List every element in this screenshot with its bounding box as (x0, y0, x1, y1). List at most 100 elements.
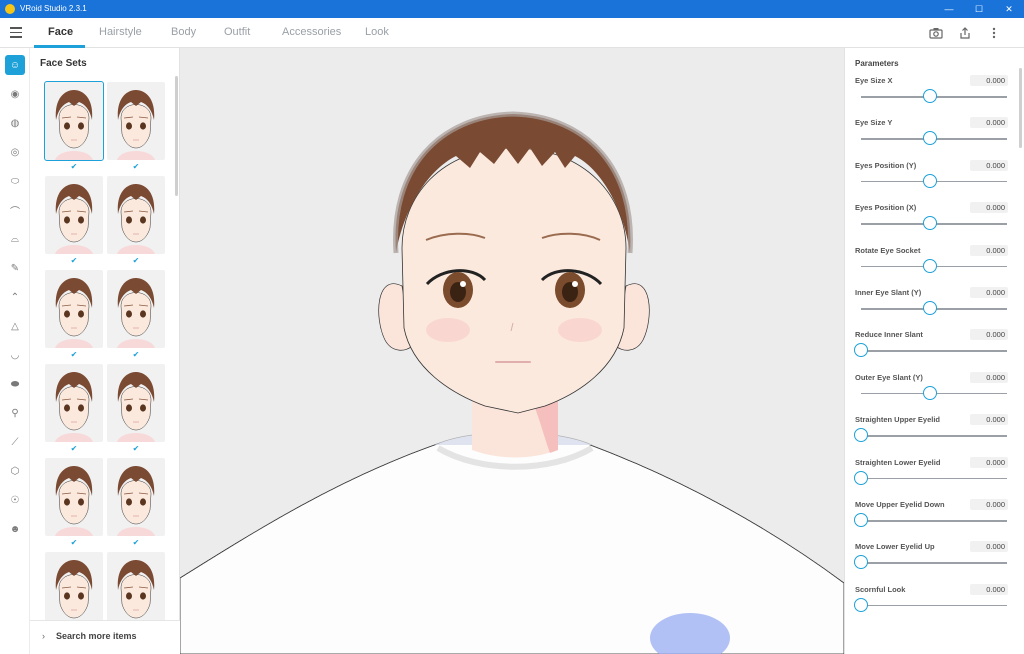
parameter-value-input[interactable]: 0.000 (970, 329, 1008, 341)
face-set-thumbnail[interactable] (45, 458, 103, 536)
parameter-slider-track[interactable] (861, 562, 1007, 564)
parameter-row: Scornful Look 0.000 (845, 583, 1024, 625)
face-sets-scrollbar[interactable] (175, 76, 178, 196)
parameter-slider-handle[interactable] (923, 89, 937, 103)
maximize-button[interactable]: ☐ (964, 0, 994, 18)
parameter-slider-track[interactable] (861, 520, 1007, 522)
parameter-slider-track[interactable] (861, 435, 1007, 437)
eye-highlight-icon[interactable]: ◎ (5, 142, 25, 162)
eye-white-icon[interactable]: ⬭ (5, 171, 25, 191)
face-shape-icon[interactable]: ⬡ (5, 461, 25, 481)
face-set-thumbnail[interactable] (107, 458, 165, 536)
parameter-row: Outer Eye Slant (Y) 0.000 (845, 371, 1024, 413)
parameter-slider-handle[interactable] (854, 597, 868, 612)
applied-check-icon: ✔ (132, 538, 140, 547)
camera-icon[interactable] (929, 27, 943, 39)
parameter-row: Move Lower Eyelid Up 0.000 (845, 541, 1024, 582)
eye-icon[interactable]: ◉ (5, 84, 25, 104)
parameter-slider-handle[interactable] (923, 385, 937, 400)
parameter-label: Eye Size X (855, 76, 893, 85)
parameter-slider-handle[interactable] (854, 428, 868, 443)
parameter-value-input[interactable]: 0.000 (970, 541, 1008, 553)
parameter-value-input[interactable]: 0.000 (970, 159, 1008, 171)
tab-look[interactable]: Look (365, 26, 389, 38)
export-icon[interactable] (958, 27, 972, 39)
vroid-studio-window: VRoid Studio 2.3.1 — ☐ ✕ Face Hairstyle … (0, 0, 1024, 654)
iris-icon[interactable]: ◍ (5, 113, 25, 133)
search-more-items-button[interactable]: › Search more items (30, 620, 180, 654)
minimize-button[interactable]: — (934, 0, 964, 18)
face-set-thumbnail[interactable] (107, 364, 165, 442)
parameter-slider-handle[interactable] (923, 301, 937, 315)
face-set-thumbnail[interactable] (107, 176, 165, 254)
parameter-slider-handle[interactable] (923, 131, 937, 146)
parameter-value-input[interactable]: 0.000 (970, 499, 1008, 510)
tab-body[interactable]: Body (171, 26, 196, 38)
parameter-value-input[interactable]: 0.000 (970, 117, 1008, 129)
parameter-label: Rotate Eye Socket (855, 245, 921, 255)
close-button[interactable]: ✕ (994, 0, 1024, 18)
face-set-thumbnail[interactable] (45, 176, 103, 254)
parameter-value-input[interactable]: 0.000 (970, 456, 1008, 468)
face-set-thumbnail[interactable] (45, 270, 103, 348)
face-set-thumbnail[interactable] (107, 552, 165, 630)
applied-check-icon: ✔ (70, 444, 78, 453)
search-more-label: Search more items (56, 631, 137, 641)
nose-icon[interactable]: △ (5, 316, 25, 336)
parameter-value-input[interactable]: 0.000 (970, 202, 1008, 214)
parameter-label: Inner Eye Slant (Y) (855, 288, 922, 297)
parameter-value-input[interactable]: 0.000 (970, 414, 1008, 426)
parameters-title: Parameters (855, 59, 899, 68)
face-set-thumbnail[interactable] (107, 270, 165, 348)
more-vertical-icon[interactable] (987, 27, 1001, 39)
tab-accessories[interactable]: Accessories (282, 26, 341, 38)
eyeliner-icon[interactable]: ✎ (5, 258, 25, 278)
eyebrow-icon[interactable]: ⌒ (5, 200, 25, 220)
applied-check-icon: ✔ (132, 350, 140, 359)
face-set-thumbnail[interactable] (45, 364, 103, 442)
parameter-label: Straighten Lower Eyelid (855, 457, 941, 467)
face-set-thumbnail[interactable] (107, 82, 165, 160)
parameter-slider-handle[interactable] (854, 470, 868, 485)
parameters-panel: Parameters Eye Size X 0.000 Eye Size Y 0.00… (844, 48, 1024, 654)
parameter-value-input[interactable]: 0.000 (970, 75, 1008, 86)
tab-hairstyle[interactable]: Hairstyle (99, 26, 142, 38)
parameter-value-input[interactable]: 0.000 (970, 371, 1008, 383)
parameter-value-input[interactable]: 0.000 (970, 244, 1008, 256)
parameter-value-input[interactable]: 0.000 (970, 583, 1008, 595)
eyelid-icon[interactable]: ⌃ (5, 287, 25, 307)
face-sets-panel: Face Sets ✔ ✔ ✔ ✔ ✔ ✔ ✔ ✔ ✔ ✔ › Search more items (30, 48, 180, 654)
mouth-icon[interactable]: ◡ (5, 345, 25, 365)
face-set-thumbnail[interactable] (44, 81, 104, 161)
tooth-icon[interactable]: ⬬ (5, 374, 25, 394)
applied-check-icon: ✔ (132, 444, 140, 453)
parameters-scrollbar[interactable] (1019, 68, 1022, 148)
ear-icon[interactable]: ⚲ (5, 403, 25, 423)
menu-icon[interactable] (10, 27, 22, 38)
parameter-slider-handle[interactable] (854, 555, 868, 570)
parameter-slider-track[interactable] (861, 604, 1007, 607)
parameter-slider-track[interactable] (861, 350, 1007, 352)
parameter-row: Eyes Position (X) 0.000 (845, 202, 1024, 243)
parameter-label: Move Upper Eyelid Down (855, 500, 945, 509)
tab-face[interactable]: Face (48, 26, 73, 38)
applied-check-icon: ✔ (70, 538, 78, 547)
head-icon[interactable]: ☉ (5, 490, 25, 510)
face-icon[interactable]: ☺ (5, 55, 25, 75)
parameter-slider-handle[interactable] (923, 173, 937, 188)
parameter-slider-handle[interactable] (923, 258, 937, 273)
parameter-slider-handle[interactable] (854, 343, 868, 358)
parameter-row: Rotate Eye Socket 0.000 (845, 244, 1024, 286)
chevron-right-icon: › (42, 631, 45, 641)
model-viewport[interactable] (180, 48, 844, 654)
parameter-row: Eyes Position (Y) 0.000 (845, 159, 1024, 201)
parameter-slider-handle[interactable] (923, 216, 937, 231)
parameter-slider-handle[interactable] (854, 513, 868, 527)
eyelash-icon[interactable]: ⌓ (5, 229, 25, 249)
face-set-thumbnail[interactable] (45, 552, 103, 630)
brush-icon[interactable]: ⟋ (5, 432, 25, 452)
cheek-icon[interactable]: ☻ (5, 519, 25, 539)
parameter-value-input[interactable]: 0.000 (970, 287, 1008, 298)
parameter-slider-track[interactable] (861, 477, 1007, 480)
tab-outfit[interactable]: Outfit (224, 26, 250, 38)
